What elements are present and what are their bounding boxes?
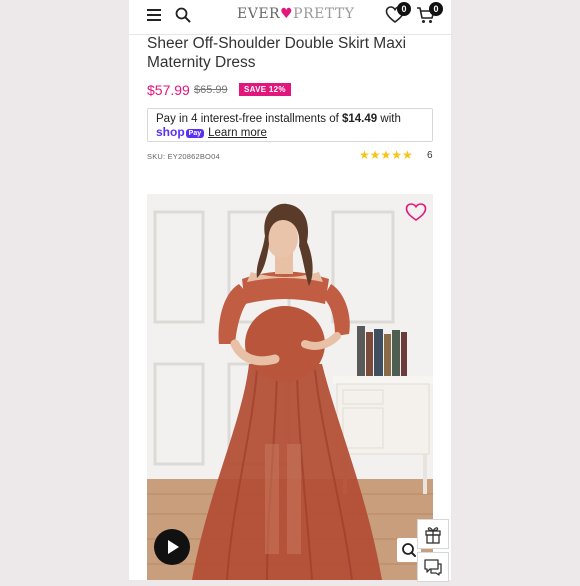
- chat-button[interactable]: [417, 552, 449, 582]
- shop-pay-logo: shop: [156, 125, 185, 139]
- play-icon: [168, 540, 179, 554]
- shop-pay-chip: Pay: [185, 129, 205, 138]
- product-sku: SKU: EY20862BO04: [147, 152, 220, 161]
- image-wishlist-heart-icon[interactable]: [405, 202, 427, 222]
- installment-amount: $14.49: [342, 113, 378, 125]
- hamburger-menu-icon[interactable]: [147, 9, 161, 21]
- shop-pay-line: shop Pay Learn more: [156, 125, 267, 139]
- gift-icon: [425, 527, 441, 544]
- save-badge: SAVE 12%: [239, 83, 291, 96]
- rating-stars[interactable]: ★★★★★: [359, 148, 413, 162]
- product-title: Sheer Off-Shoulder Double Skirt Maxi Mat…: [147, 35, 407, 71]
- installments-text: Pay in 4 interest-free installments of $…: [156, 113, 401, 125]
- wishlist-count-badge: 0: [397, 2, 411, 16]
- compare-at-price: $65.99: [194, 84, 228, 96]
- learn-more-link[interactable]: Learn more: [208, 127, 267, 139]
- chat-icon: [424, 559, 442, 576]
- product-image[interactable]: [147, 194, 433, 580]
- sale-price: $57.99: [147, 82, 190, 98]
- product-page: EVER♥PRETTY 0 0 Sheer Off-Shoulder Doubl…: [129, 0, 451, 580]
- review-count[interactable]: 6: [427, 150, 433, 161]
- search-icon[interactable]: [175, 7, 191, 23]
- play-video-button[interactable]: [154, 529, 190, 565]
- site-header: EVER♥PRETTY 0 0: [129, 0, 451, 35]
- shop-pay-installments-banner: Pay in 4 interest-free installments of $…: [147, 108, 433, 142]
- gift-button[interactable]: [417, 519, 449, 549]
- ever-pretty-logo[interactable]: EVER♥PRETTY: [237, 6, 354, 22]
- cart-count-badge: 0: [429, 2, 443, 16]
- product-photo-illustration: [147, 194, 433, 580]
